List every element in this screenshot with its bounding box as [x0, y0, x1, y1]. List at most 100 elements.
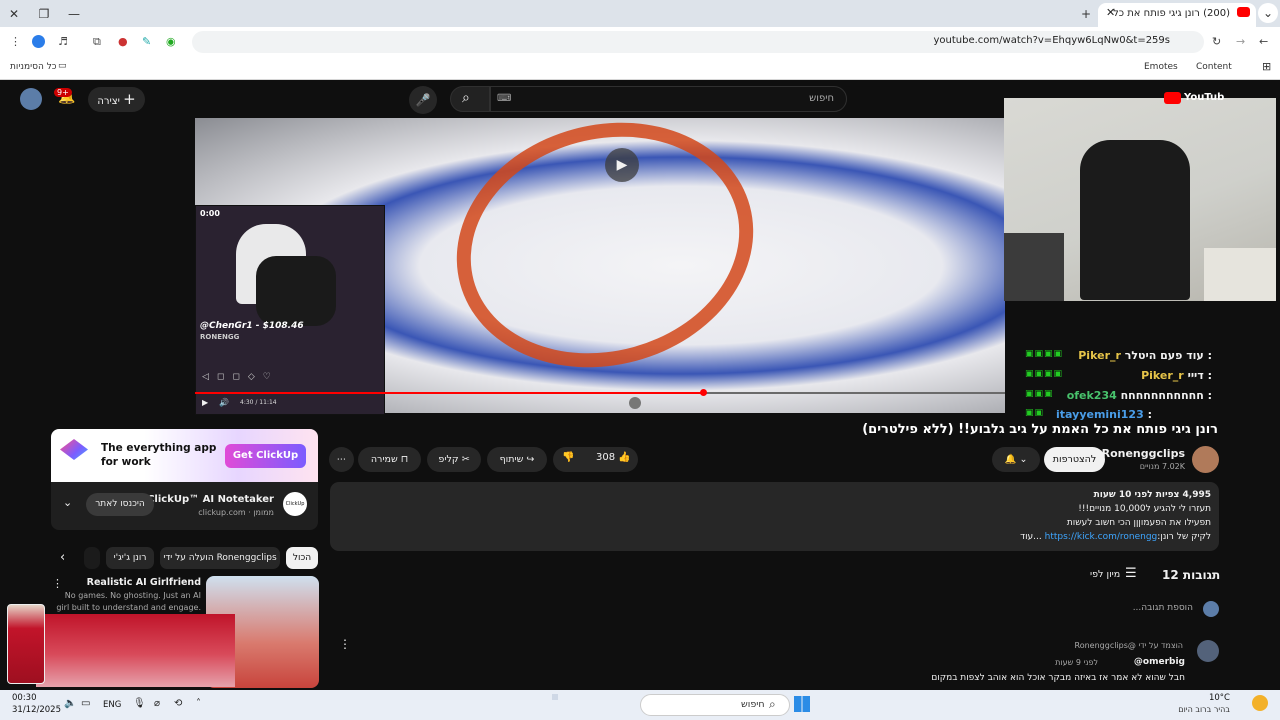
mic-tray-icon[interactable]: 🎙 [133, 698, 146, 709]
sort-icon[interactable]: ☰ [1125, 566, 1137, 581]
keyboard-icon[interactable]: ⌨ [497, 93, 511, 104]
perfume-bottle-image [7, 604, 45, 684]
chevron-down-icon: ⌄ [1019, 454, 1028, 465]
all-bookmarks[interactable]: כל הסימניות [10, 62, 57, 72]
minimize-icon[interactable]: — [64, 4, 84, 24]
description-line: לקיק של רונן: [1157, 532, 1211, 542]
ad-banner[interactable]: The everything app for work Get ClickUp [51, 429, 318, 482]
address-bar[interactable]: youtube.com/watch?v=Ehqyw6LqNw0&t=259s [192, 31, 1204, 53]
description-box[interactable]: 4,995 צפיות לפני 10 שעות תעזרו לי להגיע … [330, 482, 1219, 551]
search-placeholder: חיפוש [809, 93, 834, 104]
recommendation-desc: girl built to understand and engage. [56, 603, 201, 612]
like-button[interactable]: 308 👍 [596, 452, 631, 463]
share-button[interactable]: שיתוף ↪ [487, 447, 547, 472]
dislike-icon[interactable]: 👎 [562, 452, 574, 463]
taskbar-search-label: חיפוש [741, 699, 765, 710]
profile-icon[interactable] [32, 35, 45, 48]
weather-desc: בהיר ברוב היום [1178, 705, 1230, 714]
voice-search-icon[interactable]: 🎤 [409, 86, 437, 114]
recommendation-title[interactable]: Realistic AI Girlfriend [87, 577, 201, 588]
clip-label: קליפ [438, 454, 459, 465]
menu-icon[interactable]: ⋮ [10, 35, 21, 48]
channel-name[interactable]: Ronenggclips [1102, 447, 1185, 460]
extension-icon-1[interactable]: ♬ [58, 35, 68, 48]
view-count: 4,995 צפיות לפני 10 שעות [1093, 490, 1211, 500]
extension-icon-3[interactable]: ✎ [142, 35, 151, 48]
weather-temp[interactable]: 10°C [1209, 693, 1230, 703]
more-actions-icon[interactable]: ⋯ [329, 447, 354, 472]
close-window-icon[interactable]: ✕ [4, 4, 24, 24]
chat-user: itayyemini123 [1056, 408, 1144, 421]
chat-line: Piker_r עוד פעם היטלר : [1078, 349, 1212, 362]
tab-search-icon[interactable]: ⌄ [1258, 3, 1278, 23]
progress-scrubber[interactable] [700, 389, 707, 396]
chip-overflow[interactable] [84, 547, 100, 569]
new-tab-icon[interactable]: + [1076, 4, 1096, 24]
taskbar-search[interactable]: חיפוש ⌕ [640, 694, 790, 716]
expand-chevron-icon[interactable]: ⌄ [63, 496, 72, 509]
clock-date[interactable]: 31/12/2025 [12, 705, 61, 715]
create-button[interactable]: יצירה + [88, 87, 145, 112]
visit-site-button[interactable]: היכנסו לאתר [86, 493, 154, 516]
recommendation-menu-icon[interactable]: ⋮ [52, 577, 63, 590]
display-tray-icon[interactable]: ▭ [81, 698, 90, 709]
volume-icon[interactable]: 🔊 [219, 398, 229, 407]
bookmark-icon: ⊓ [400, 454, 409, 465]
chip-all[interactable]: הכול [286, 547, 318, 569]
forward-icon[interactable]: → [1236, 35, 1245, 48]
chip-uploaded-by[interactable]: הועלה על ידי Ronenggclips [160, 547, 280, 569]
notification-pref-button[interactable]: 🔔 ⌄ [992, 447, 1040, 472]
comment-text: חבל שהוא לא אמר אז באיזה מבקר אוכל הוא א… [931, 673, 1185, 683]
sync-tray-icon[interactable]: ⟲ [174, 698, 182, 709]
add-comment-input[interactable]: הוספת תגובה... [793, 603, 1193, 613]
donation-text: @ChenGr1 - $108.46 [200, 321, 304, 331]
comment-time: לפני 9 שעות [1055, 658, 1098, 667]
save-button[interactable]: שמירה ⊓ [358, 447, 421, 472]
bookmark-emotes[interactable]: Emotes [1144, 62, 1178, 72]
channel-avatar[interactable] [1192, 446, 1219, 473]
play-icon[interactable]: ▶ [605, 148, 639, 182]
subscribe-button[interactable]: להצטרפות [1044, 447, 1105, 472]
comment-menu-icon[interactable]: ⋮ [339, 637, 351, 651]
reload-icon[interactable]: ↻ [1212, 35, 1221, 48]
share-label: שיתוף [499, 454, 524, 465]
tray-overflow-icon[interactable]: ˄ [196, 698, 201, 709]
network-tray-icon[interactable]: ⌀ [154, 698, 160, 709]
clip-button[interactable]: קליפ ✂ [427, 447, 481, 472]
sort-label[interactable]: מיון לפי [1090, 569, 1120, 580]
pinned-label: הוצמד על ידי @Ronenggclips [1074, 641, 1184, 650]
account-avatar[interactable] [20, 88, 42, 110]
extension-icon-2[interactable]: ● [118, 35, 128, 48]
clock-time[interactable]: 00:30 [12, 693, 37, 703]
back-icon[interactable]: ← [1259, 35, 1268, 48]
comments-count: 12 תגובות [1162, 568, 1221, 582]
active-tab[interactable]: (200) רונן גיגי פותח את כל ✕ [1098, 3, 1256, 27]
language-indicator[interactable]: ENG [103, 700, 121, 710]
chat-user: Piker_r [1078, 349, 1121, 362]
play-small-icon[interactable]: ▶ [202, 398, 208, 407]
get-clickup-button[interactable]: Get ClickUp [225, 444, 306, 468]
chat-line: Piker_r דייי : [1141, 369, 1212, 382]
windows-start-icon[interactable] [794, 696, 810, 712]
extension-icon-4[interactable]: ◉ [166, 35, 176, 48]
apps-grid-icon[interactable]: ⊞ [1262, 60, 1271, 73]
scissors-icon: ✂ [461, 454, 470, 465]
chip-related[interactable]: רונן ג'יג'י [106, 547, 154, 569]
save-label: שמירה [370, 454, 398, 465]
extensions-puzzle-icon[interactable]: ⧉ [93, 35, 101, 49]
more-link[interactable]: ...עוד [1020, 532, 1042, 542]
chapter-icon[interactable] [629, 397, 641, 409]
comment-author[interactable]: @omerbig [1134, 657, 1185, 667]
bookmark-content[interactable]: Content [1196, 62, 1232, 72]
ad-footer: ClickUp ClickUp™ AI Notetaker clickup.co… [51, 482, 318, 530]
kick-link[interactable]: https://kick.com/ronengg [1045, 532, 1158, 542]
create-label: יצירה [97, 96, 120, 107]
commenter-avatar[interactable] [1197, 640, 1219, 662]
chips-next-icon[interactable]: ‹ [60, 550, 65, 565]
maximize-icon[interactable]: ❐ [34, 4, 54, 24]
close-tab-icon[interactable]: ✕ [1106, 6, 1115, 19]
search-input[interactable]: חיפוש ⌨ [490, 86, 847, 112]
volume-tray-icon[interactable]: 🔈 [64, 698, 76, 709]
youtube-logo-icon[interactable] [1164, 92, 1181, 104]
search-button[interactable]: ⌕ [450, 86, 490, 112]
